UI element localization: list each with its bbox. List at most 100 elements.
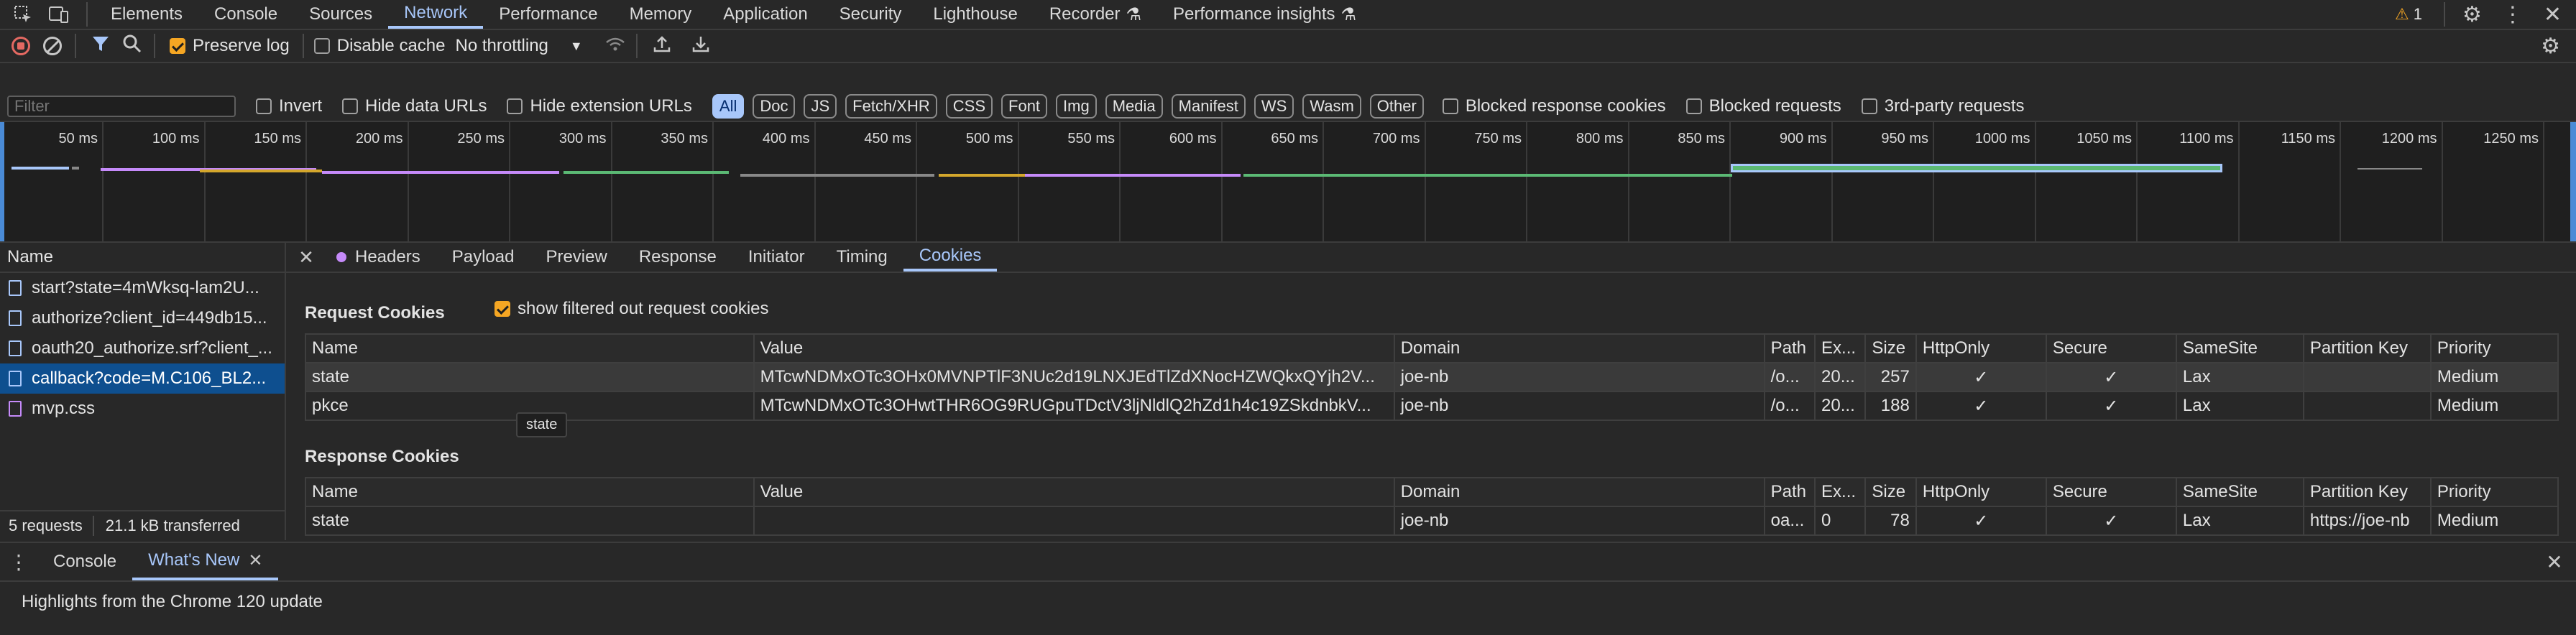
column-header-secure[interactable]: Secure [2045, 477, 2177, 507]
tab-memory[interactable]: Memory [614, 0, 708, 29]
more-options-icon[interactable]: ⋮ [2502, 2, 2524, 27]
request-row[interactable]: start?state=4mWksq-lam2U... [0, 273, 285, 303]
close-detail-icon[interactable]: ✕ [292, 243, 321, 272]
timeline-handle-right[interactable] [2570, 122, 2576, 241]
detail-tab-cookies[interactable]: Cookies [903, 243, 998, 272]
column-header-value[interactable]: Value [753, 333, 1395, 363]
column-header-samesite[interactable]: SameSite [2175, 477, 2304, 507]
tab-console[interactable]: Console [198, 0, 293, 29]
filter-type-ws[interactable]: WS [1254, 94, 1294, 119]
column-header-ex[interactable]: Ex... [1814, 333, 1867, 363]
tab-application[interactable]: Application [707, 0, 823, 29]
filter-type-all[interactable]: All [712, 94, 745, 119]
checkbox-unchecked[interactable] [1442, 98, 1458, 114]
network-conditions-icon[interactable] [604, 35, 626, 57]
drawer-tab-what-s-new[interactable]: What's New ✕ [132, 543, 279, 580]
drawer-tab-console[interactable]: Console [37, 543, 132, 580]
tab-recorder[interactable]: Recorder ⚗ [1034, 0, 1157, 29]
filter-type-img[interactable]: Img [1056, 94, 1097, 119]
third-party-requests-checkbox[interactable]: 3rd-party requests [1861, 96, 2025, 116]
checkbox-checked[interactable] [170, 38, 185, 54]
cookie-row[interactable]: pkce MTcwNDMxOTc3OHwtTHR6OG9RUGpuTDctV3lj… [305, 391, 2559, 421]
detail-tab-preview[interactable]: Preview [530, 243, 622, 272]
hide-data-urls-checkbox[interactable]: Hide data URLs [342, 96, 487, 116]
detail-tab-payload[interactable]: Payload [436, 243, 530, 272]
blocked-response-cookies-checkbox[interactable]: Blocked response cookies [1442, 96, 1666, 116]
filter-type-wasm[interactable]: Wasm [1302, 94, 1361, 119]
column-header-value[interactable]: Value [753, 477, 1395, 507]
column-header-domain[interactable]: Domain [1393, 477, 1765, 507]
detail-tab-response[interactable]: Response [623, 243, 732, 272]
network-overview-timeline[interactable]: 50 ms 100 ms 150 ms 200 ms 250 ms 300 ms 350 m… [0, 122, 2576, 243]
filter-type-js[interactable]: JS [804, 94, 837, 119]
filter-input[interactable] [7, 96, 236, 117]
request-row[interactable]: oauth20_authorize.srf?client_... [0, 333, 285, 363]
detail-tab-timing[interactable]: Timing [821, 243, 903, 272]
column-header-httponly[interactable]: HttpOnly [1915, 477, 2047, 507]
request-row[interactable]: mvp.css [0, 394, 285, 424]
preserve-log-checkbox[interactable]: Preserve log [170, 36, 290, 56]
column-header-priority[interactable]: Priority [2429, 477, 2559, 507]
close-drawer-icon[interactable]: ✕ [2533, 543, 2576, 580]
column-header-httponly[interactable]: HttpOnly [1915, 333, 2047, 363]
import-har-icon[interactable] [652, 34, 672, 59]
filter-funnel-icon[interactable] [91, 34, 111, 59]
device-toolbar-icon[interactable] [46, 1, 72, 27]
request-list-header[interactable]: Name [0, 243, 285, 273]
filter-type-other[interactable]: Other [1369, 94, 1424, 119]
show-filtered-cookies-checkbox[interactable]: show filtered out request cookies [494, 299, 769, 319]
tab-security[interactable]: Security [824, 0, 918, 29]
tab-lighthouse[interactable]: Lighthouse [917, 0, 1033, 29]
issues-warning-icon[interactable]: ⚠ [2395, 5, 2409, 24]
timeline-handle-left[interactable] [0, 122, 4, 241]
export-har-icon[interactable] [691, 34, 711, 59]
filter-type-media[interactable]: Media [1105, 94, 1163, 119]
clear-icon[interactable] [43, 37, 62, 55]
filter-type-manifest[interactable]: Manifest [1171, 94, 1246, 119]
close-tab-icon[interactable]: ✕ [248, 550, 262, 571]
close-devtools-icon[interactable]: ✕ [2544, 2, 2562, 27]
record-stop-icon[interactable] [12, 37, 30, 55]
filter-type-css[interactable]: CSS [945, 94, 993, 119]
throttling-select[interactable]: No throttling ▼ [455, 36, 582, 56]
disable-cache-checkbox[interactable]: Disable cache [313, 36, 445, 56]
cookie-row[interactable]: state joe-nb oa... 0 78 ✓ ✓ Lax https://joe-nb Me… [305, 506, 2559, 536]
name-column-header[interactable]: Name [7, 247, 53, 267]
column-header-partition-key[interactable]: Partition Key [2302, 333, 2432, 363]
checkbox-unchecked[interactable] [1685, 98, 1702, 114]
column-header-partition-key[interactable]: Partition Key [2302, 477, 2432, 507]
invert-checkbox[interactable]: Invert [256, 96, 322, 116]
column-header-size[interactable]: Size [1864, 333, 1917, 363]
checkbox-checked[interactable] [494, 301, 510, 317]
checkbox-unchecked[interactable] [313, 38, 330, 54]
filter-type-font[interactable]: Font [1001, 94, 1048, 119]
column-header-path[interactable]: Path [1763, 477, 1816, 507]
hide-extension-urls-checkbox[interactable]: Hide extension URLs [507, 96, 692, 116]
filter-type-doc[interactable]: Doc [753, 94, 796, 119]
inspect-element-icon[interactable] [10, 1, 36, 27]
column-header-name[interactable]: Name [305, 477, 755, 507]
tab-performance[interactable]: Performance [483, 0, 613, 29]
blocked-requests-checkbox[interactable]: Blocked requests [1685, 96, 1841, 116]
detail-tab-headers[interactable]: Headers [321, 243, 436, 272]
checkbox-unchecked[interactable] [256, 98, 272, 114]
tab-elements[interactable]: Elements [95, 0, 198, 29]
checkbox-unchecked[interactable] [1861, 98, 1877, 114]
column-header-path[interactable]: Path [1763, 333, 1816, 363]
tab-network[interactable]: Network [388, 0, 484, 29]
column-header-secure[interactable]: Secure [2045, 333, 2177, 363]
column-header-size[interactable]: Size [1864, 477, 1917, 507]
checkbox-unchecked[interactable] [342, 98, 359, 114]
tab-sources[interactable]: Sources [293, 0, 388, 29]
column-header-domain[interactable]: Domain [1393, 333, 1765, 363]
search-icon[interactable] [122, 34, 142, 59]
detail-tab-initiator[interactable]: Initiator [732, 243, 821, 272]
request-row[interactable]: authorize?client_id=449db15... [0, 303, 285, 333]
checkbox-unchecked[interactable] [507, 98, 523, 114]
column-header-priority[interactable]: Priority [2429, 333, 2559, 363]
column-header-name[interactable]: Name [305, 333, 755, 363]
column-header-ex[interactable]: Ex... [1814, 477, 1867, 507]
network-settings-gear-icon[interactable]: ⚙ [2541, 34, 2560, 59]
cookie-row[interactable]: state MTcwNDMxOTc3OHx0MVNPTlF3NUc2d19LNXJ… [305, 362, 2559, 392]
issues-count[interactable]: 1 [2414, 5, 2422, 24]
